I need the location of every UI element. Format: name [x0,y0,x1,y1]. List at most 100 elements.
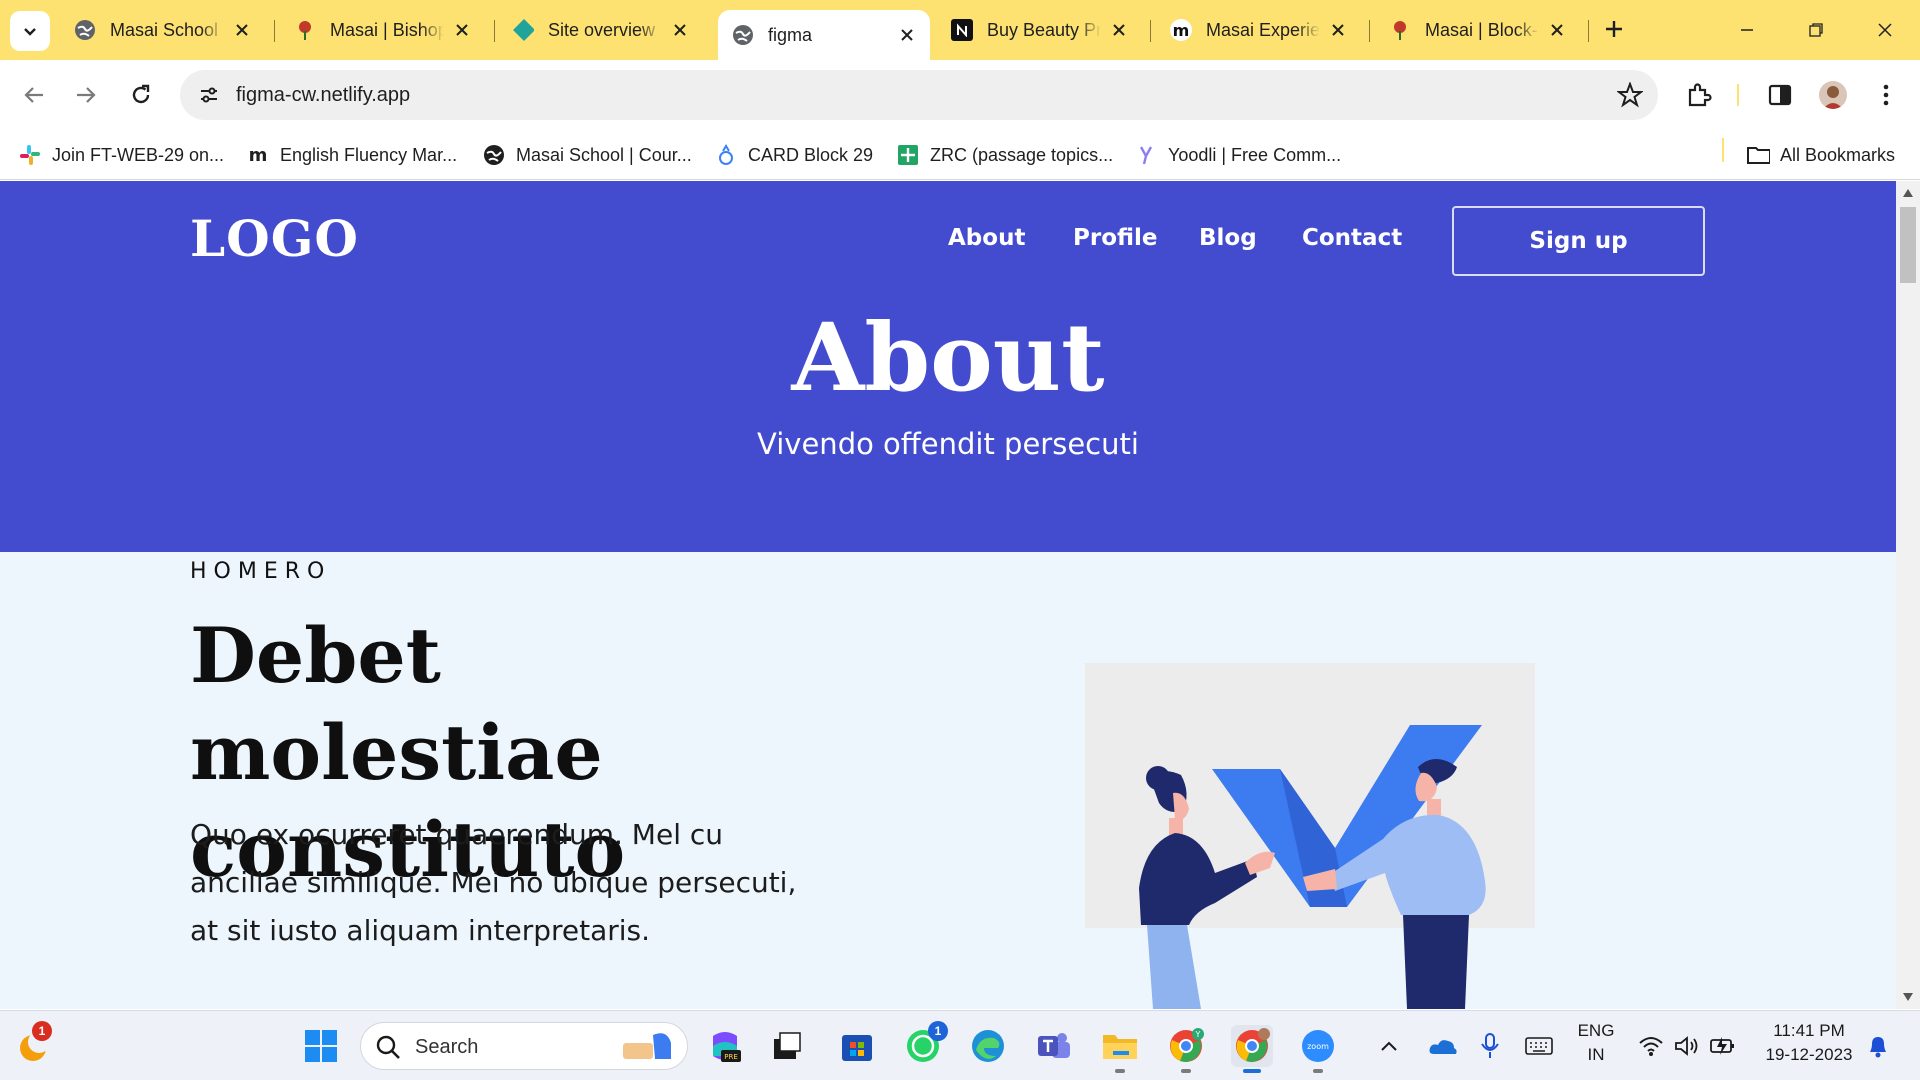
close-icon[interactable] [1546,19,1568,41]
restore-button[interactable] [1796,12,1836,48]
edge-app[interactable] [967,1025,1009,1067]
back-button[interactable] [14,75,54,115]
microphone-icon [1481,1033,1499,1058]
microphone-tray[interactable] [1472,1025,1508,1067]
arrow-left-icon [24,87,43,103]
clock[interactable]: 11:41 PM 19-12-2023 [1754,1021,1864,1065]
scroll-up-arrow-icon[interactable] [1902,187,1914,199]
page-scrollbar[interactable] [1896,181,1920,1009]
task-view-app[interactable] [766,1025,808,1067]
close-icon[interactable] [896,24,918,46]
copilot-app[interactable]: PRE [704,1025,746,1067]
tab-title: Masai | Bishop [330,19,444,40]
running-indicator [1313,1069,1323,1073]
store-icon [842,1035,872,1061]
show-hidden-icons-button[interactable] [1374,1025,1404,1067]
battery-charging-icon [1710,1037,1734,1055]
windows-logo-icon [305,1030,337,1062]
close-icon[interactable] [1327,19,1349,41]
minimize-button[interactable] [1727,12,1767,48]
weather-widget[interactable]: 1 [12,1021,54,1067]
tab-netlify[interactable]: Site overview | Netlify [498,10,703,50]
bookmark-zrc[interactable]: ZRC (passage topics... [896,140,1113,170]
tab-masai-block[interactable]: Masai | Block- [1375,10,1580,50]
scroll-down-arrow-icon[interactable] [1902,991,1914,1003]
wifi-icon [1639,1037,1663,1056]
chrome-profile-y-app[interactable]: Y [1165,1025,1207,1073]
wifi-tray[interactable] [1634,1025,1668,1067]
star-icon [1617,82,1643,108]
language-secondary: IN [1587,1045,1605,1064]
notifications-button[interactable] [1860,1025,1896,1067]
puzzle-icon [1688,83,1712,107]
bookmark-star-button[interactable] [1616,81,1644,109]
volume-tray[interactable] [1670,1025,1704,1067]
forward-button[interactable] [66,75,106,115]
tab-title: figma [768,24,813,45]
avatar [1819,81,1847,109]
language-indicator[interactable]: ENG IN [1570,1021,1622,1065]
chevron-up-icon [1381,1041,1397,1051]
nav-contact[interactable]: Contact [1302,225,1402,251]
close-icon[interactable] [451,19,473,41]
bookmark-label: ZRC (passage topics... [930,144,1114,165]
bookmark-masai-school[interactable]: Masai School | Cour... [482,140,692,170]
nav-blog[interactable]: Blog [1199,225,1257,251]
tab-masai-bishop[interactable]: Masai | Bishop [280,10,485,50]
whatsapp-app[interactable]: 1 [902,1021,948,1067]
url-text[interactable]: figma-cw.netlify.app [236,84,410,107]
tab-strip: Masai School | Courses Masai | Bishop Si… [0,0,1920,60]
microsoft-store-app[interactable] [836,1025,878,1067]
bookmark-english-fluency[interactable]: m English Fluency Mar... [246,140,457,170]
close-icon [1878,23,1892,37]
bookmark-card-block[interactable]: CARD Block 29 [714,140,873,170]
bookmark-yoodli[interactable]: Yoodli | Free Comm... [1134,140,1341,170]
reload-button[interactable] [121,75,161,115]
hero-subtitle: Vivendo offendit persecuti [757,427,1139,461]
extensions-button[interactable] [1681,77,1717,113]
svg-text:zoom: zoom [1307,1042,1329,1051]
close-icon[interactable] [669,19,691,41]
tab-masai-experience[interactable]: m Masai Experience [1156,10,1361,50]
site-logo[interactable]: LOGO [190,209,359,268]
tab-divider [1369,20,1370,42]
onedrive-tray[interactable] [1422,1025,1464,1067]
tab-search-button[interactable] [10,11,50,51]
close-icon[interactable] [231,19,253,41]
tab-beauty[interactable]: Buy Beauty Products [937,10,1142,50]
close-icon[interactable] [1108,19,1130,41]
running-indicator [1115,1069,1125,1073]
tab-masai-school[interactable]: Masai School | Courses [60,10,265,50]
running-indicator [1181,1069,1191,1073]
teams-app[interactable] [1033,1025,1075,1067]
active-indicator [1243,1069,1261,1073]
file-explorer-app[interactable] [1099,1025,1141,1073]
address-bar[interactable]: figma-cw.netlify.app [180,70,1658,120]
all-bookmarks-button[interactable]: All Bookmarks [1746,140,1895,170]
side-panel-button[interactable] [1762,77,1798,113]
hero-section: LOGO About Profile Blog Contact Sign up … [0,181,1896,552]
touch-keyboard-tray[interactable] [1518,1025,1560,1067]
bookmark-label: Yoodli | Free Comm... [1168,144,1342,165]
start-button[interactable] [300,1025,342,1067]
weather-badge: 1 [32,1021,52,1041]
netlify-icon [512,19,534,41]
nav-about[interactable]: About [948,225,1025,251]
scroll-thumb[interactable] [1900,207,1916,283]
chrome-active-app[interactable] [1231,1025,1273,1073]
browser-menu-button[interactable] [1868,77,1904,113]
speaker-icon [1675,1036,1698,1056]
checkmark-people-illustration [1139,725,1486,1009]
nav-profile[interactable]: Profile [1073,225,1158,251]
profile-button[interactable] [1815,77,1851,113]
signup-button[interactable]: Sign up [1452,206,1705,276]
site-info-icon[interactable] [192,78,226,112]
close-window-button[interactable] [1865,12,1905,48]
bookmark-slack[interactable]: Join FT-WEB-29 on... [18,140,224,170]
battery-tray[interactable] [1706,1025,1740,1067]
bookmarks-bar: Join FT-WEB-29 on... m English Fluency M… [0,130,1920,180]
tab-figma-active[interactable]: figma [718,10,930,60]
taskbar-search[interactable]: Search [360,1022,688,1070]
zoom-app[interactable]: zoom [1297,1025,1339,1073]
new-tab-button[interactable] [1599,14,1629,44]
